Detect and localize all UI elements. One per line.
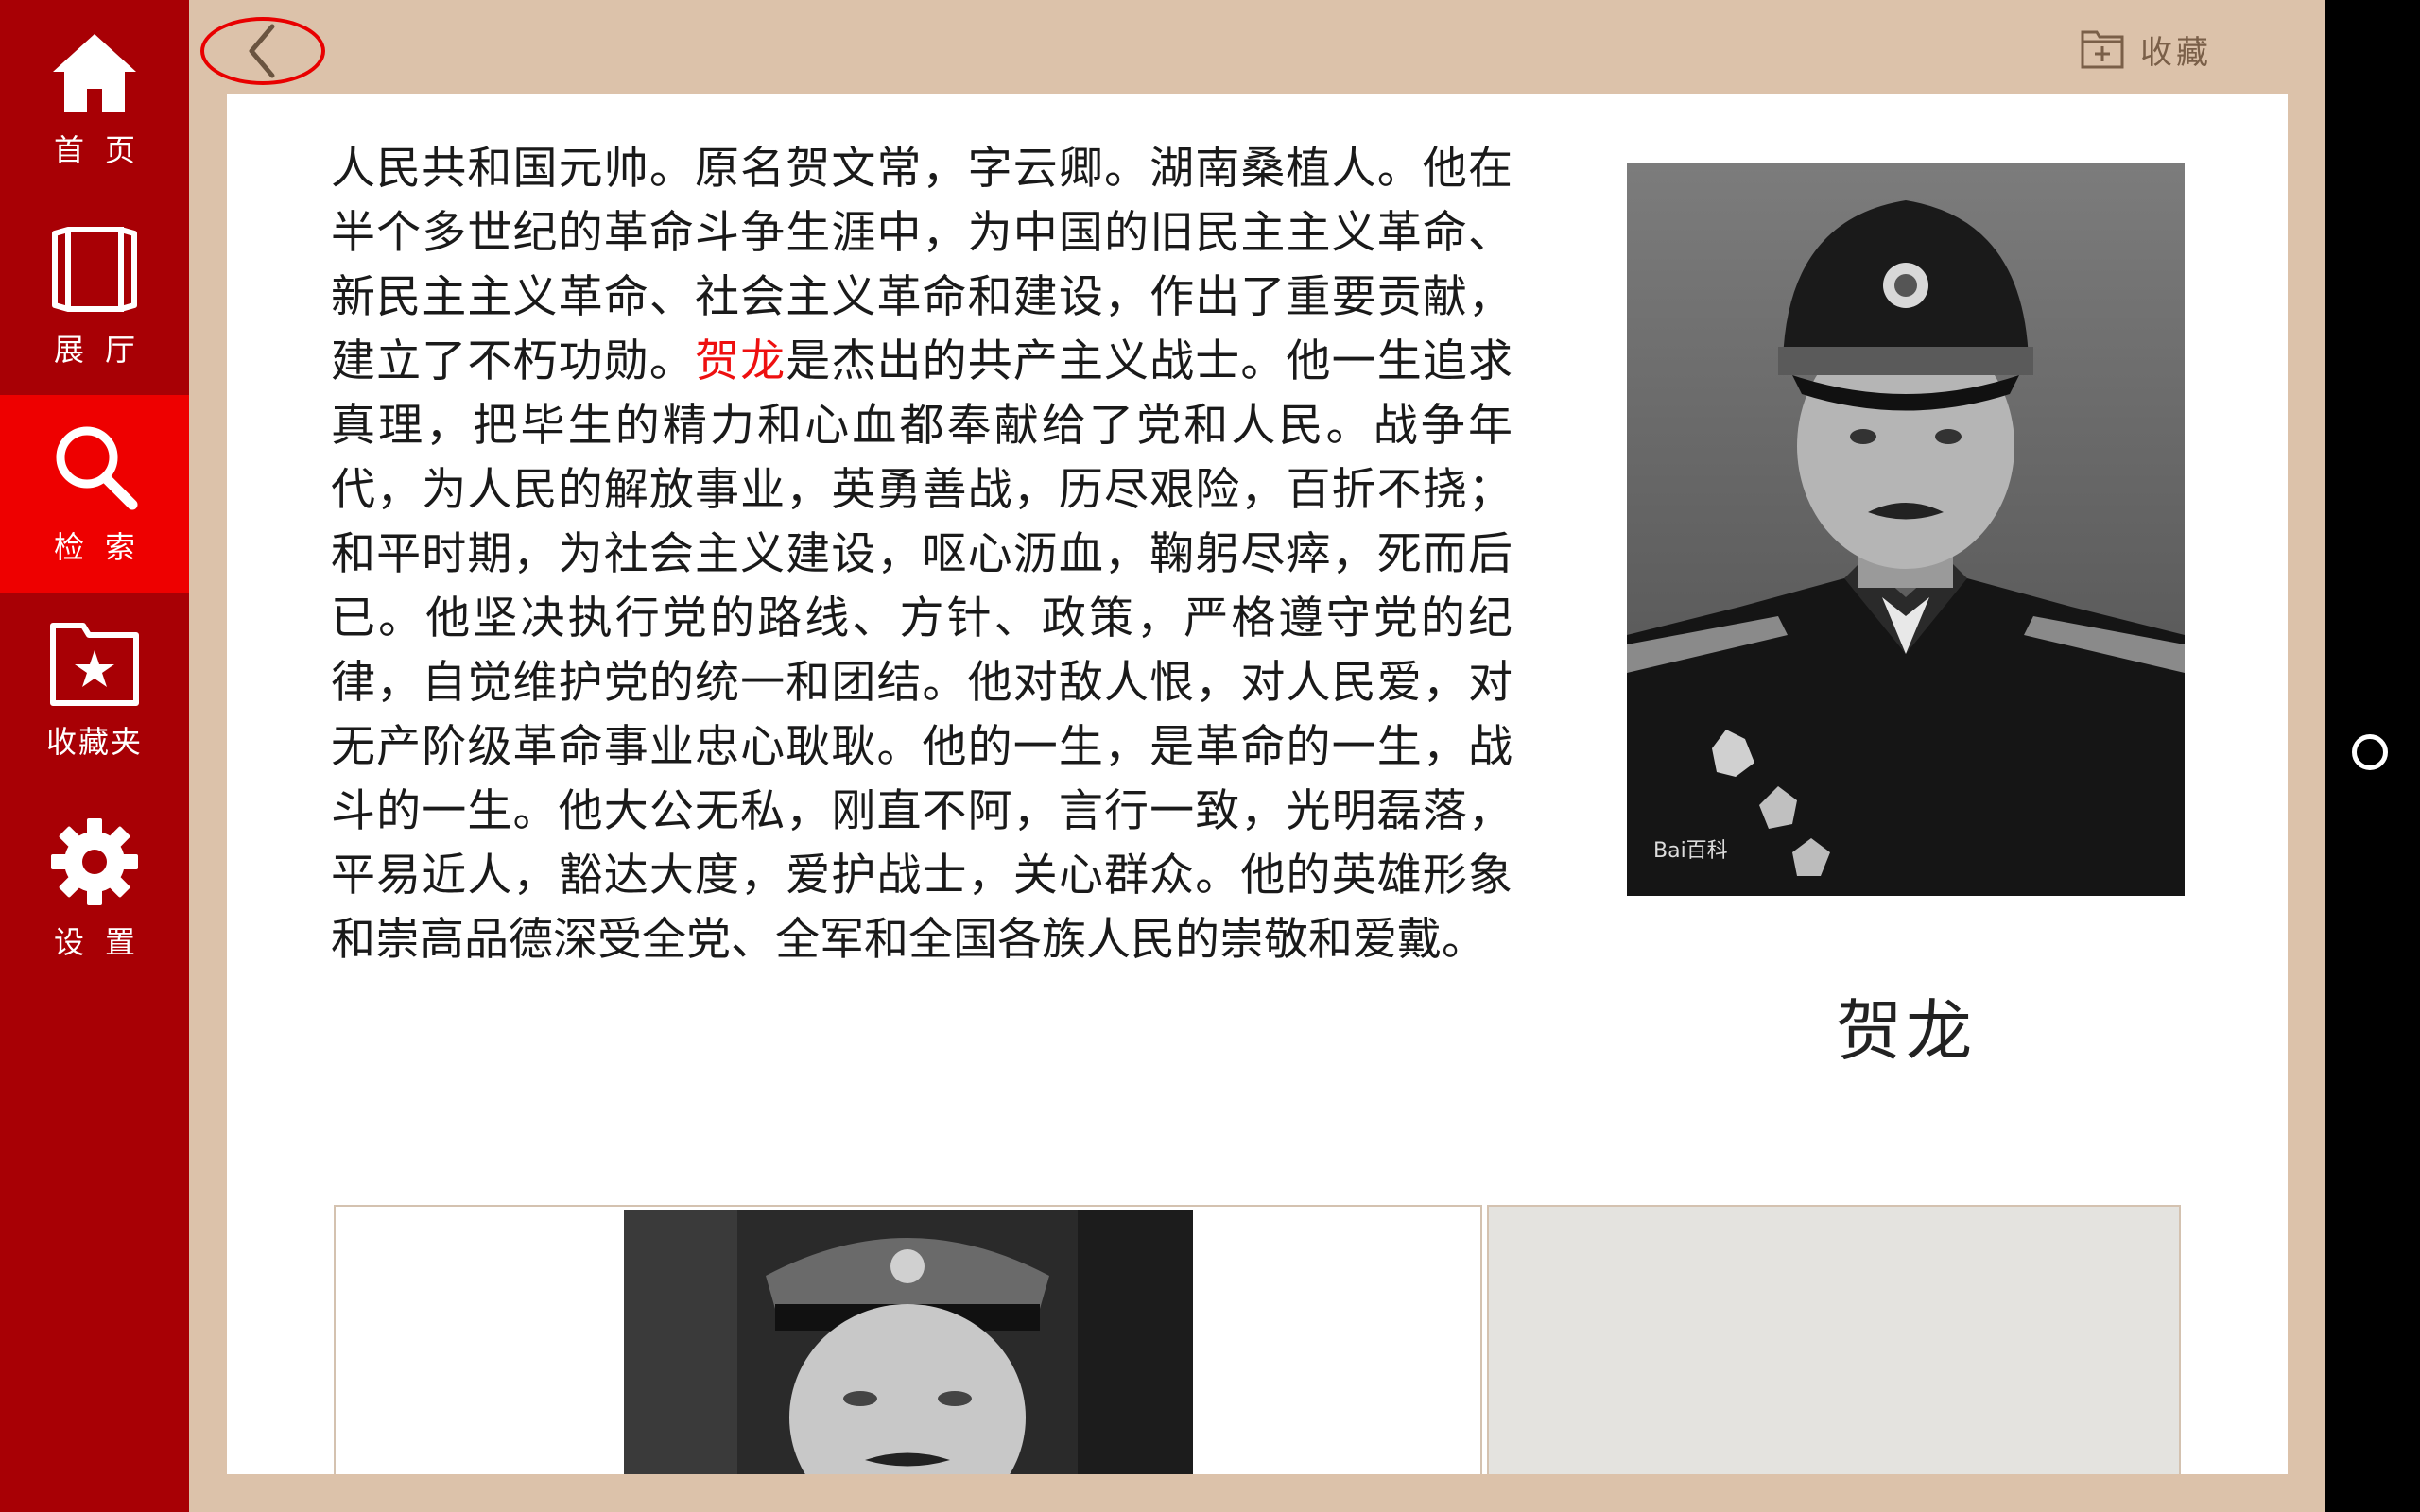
portrait-caption: 贺龙 bbox=[1836, 992, 1976, 1070]
home-icon bbox=[53, 33, 136, 112]
search-icon bbox=[56, 426, 138, 509]
nav-search[interactable]: 检索 bbox=[0, 395, 189, 593]
favorite-button[interactable]: 收藏 bbox=[2080, 23, 2212, 76]
book-icon bbox=[52, 226, 137, 312]
nav-settings-label: 设置 bbox=[53, 923, 156, 960]
nav-home[interactable]: 首页 bbox=[0, 0, 189, 198]
article-text: 人民共和国元帅。原名贺文常，字云卿。湖南桑植人。他在半个多世纪的革命斗争生涯中，… bbox=[331, 146, 1512, 972]
content-card: 人民共和国元帅。原名贺文常，字云卿。湖南桑植人。他在半个多世纪的革命斗争生涯中，… bbox=[227, 94, 2288, 1474]
add-folder-icon bbox=[2081, 30, 2124, 69]
favorites-folder-icon bbox=[50, 622, 139, 706]
article-highlight-name: 贺龙 bbox=[694, 335, 786, 387]
chevron-left-icon bbox=[249, 24, 275, 78]
gallery-panel-right[interactable] bbox=[1487, 1205, 2181, 1474]
favorite-label: 收藏 bbox=[2140, 33, 2212, 72]
nav-settings[interactable]: 设置 bbox=[0, 790, 189, 988]
gear-icon bbox=[51, 817, 138, 905]
nav-gallery-label: 展厅 bbox=[53, 331, 156, 368]
nav-gallery[interactable]: 展厅 bbox=[0, 198, 189, 395]
article-text-after: 是杰出的共产主义战士。他一生追求真理，把毕生的精力和心血都奉献给了党和人民。战争… bbox=[331, 335, 1512, 966]
system-home-button[interactable] bbox=[2352, 734, 2388, 770]
sidebar: 首页 展厅 检索 收藏夹 设置 bbox=[0, 0, 189, 1512]
article-scroll-area[interactable]: 人民共和国元帅。原名贺文常，字云卿。湖南桑植人。他在半个多世纪的革命斗争生涯中，… bbox=[331, 146, 1512, 1205]
second-photo bbox=[624, 1210, 1193, 1474]
nav-favorites[interactable]: 收藏夹 bbox=[0, 593, 189, 790]
baike-watermark: Bai百科 bbox=[1653, 839, 1728, 863]
nav-favorites-label: 收藏夹 bbox=[45, 723, 143, 760]
portrait-photo: Bai百科 bbox=[1627, 163, 2185, 896]
nav-search-label: 检索 bbox=[53, 528, 156, 565]
back-button[interactable] bbox=[200, 17, 325, 85]
nav-home-label: 首页 bbox=[53, 131, 156, 168]
